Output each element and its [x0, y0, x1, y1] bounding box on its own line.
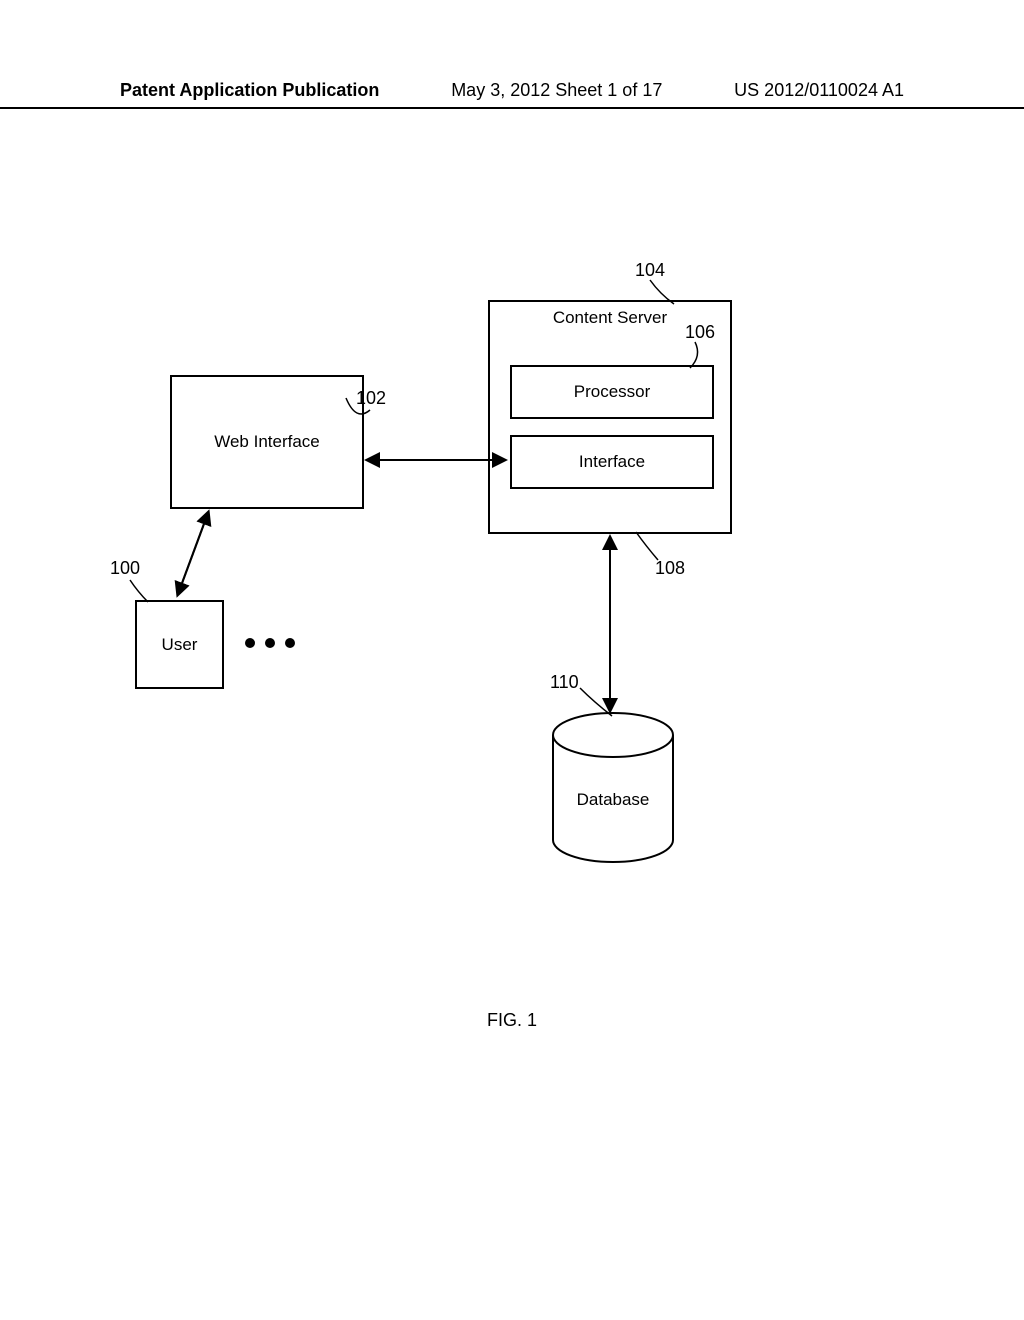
- web-interface-label: Web Interface: [214, 432, 320, 452]
- processor-label: Processor: [574, 382, 651, 402]
- user-label: User: [162, 635, 198, 655]
- header-center: May 3, 2012 Sheet 1 of 17: [451, 80, 662, 101]
- ref-104: 104: [635, 260, 665, 281]
- ref-100: 100: [110, 558, 140, 579]
- processor-box: Processor: [510, 365, 714, 419]
- database-cylinder: Database: [548, 710, 678, 875]
- web-interface-box: Web Interface: [170, 375, 364, 509]
- dot-icon: [245, 638, 255, 648]
- ref-102: 102: [356, 388, 386, 409]
- ref-106: 106: [685, 322, 715, 343]
- dot-icon: [285, 638, 295, 648]
- user-box: User: [135, 600, 224, 689]
- header-left: Patent Application Publication: [120, 80, 379, 101]
- interface-label: Interface: [579, 452, 645, 472]
- ref-108: 108: [655, 558, 685, 579]
- page-header: Patent Application Publication May 3, 20…: [0, 80, 1024, 109]
- ref-110: 110: [550, 672, 579, 693]
- interface-box: Interface: [510, 435, 714, 489]
- header-right: US 2012/0110024 A1: [734, 80, 904, 101]
- database-label: Database: [577, 790, 650, 809]
- figure-caption: FIG. 1: [0, 1010, 1024, 1031]
- ellipsis-dots: [245, 638, 295, 648]
- system-diagram: Web Interface 102 User 100 Content Serve…: [100, 260, 900, 960]
- dot-icon: [265, 638, 275, 648]
